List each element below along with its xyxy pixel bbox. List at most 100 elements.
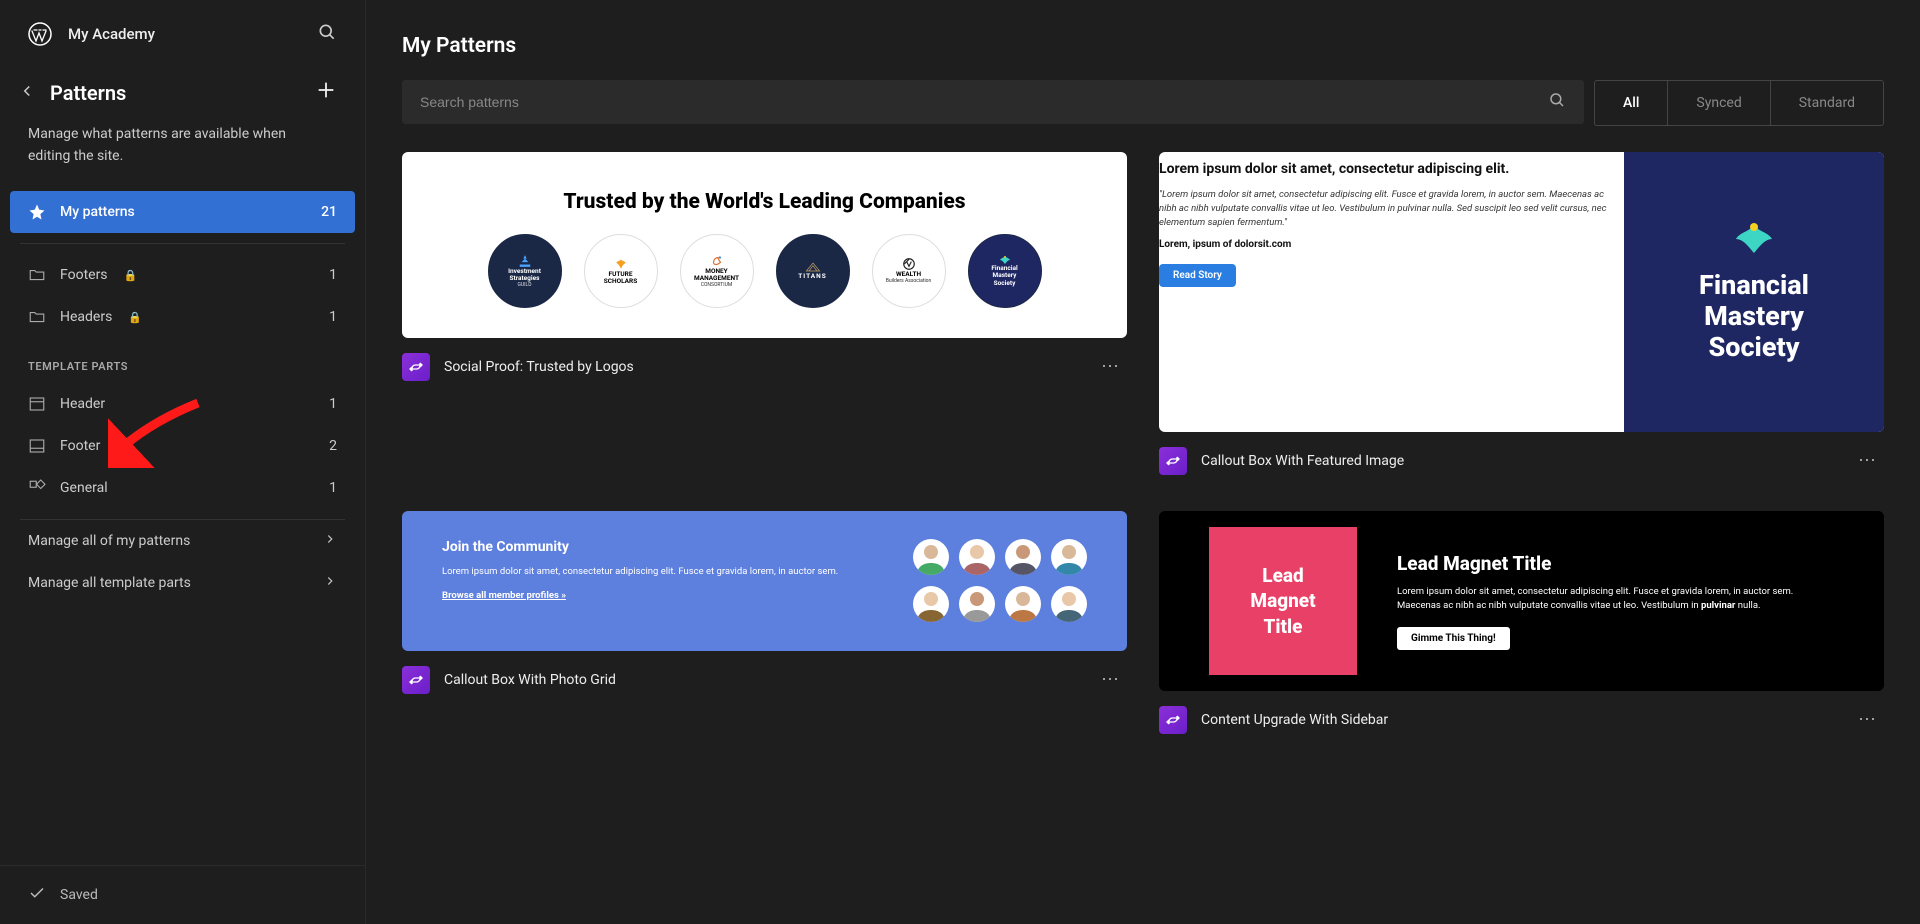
synced-pattern-icon: [402, 666, 430, 694]
pattern-preview[interactable]: Join the Community Lorem ipsum dolor sit…: [402, 511, 1127, 651]
pattern-title[interactable]: Callout Box With Featured Image: [1201, 453, 1404, 469]
search-patterns-box[interactable]: [402, 80, 1584, 124]
gimme-button: Gimme This Thing!: [1397, 627, 1510, 650]
filter-tab-synced[interactable]: Synced: [1668, 81, 1770, 125]
nav-item-label: General: [60, 480, 108, 496]
pattern-meta: Social Proof: Trusted by Logos ⋯: [402, 352, 1127, 381]
saved-label: Saved: [60, 887, 98, 903]
nav-item-count: 1: [329, 267, 337, 283]
nav-item-label: My patterns: [60, 204, 135, 220]
search-icon: [1548, 91, 1566, 113]
logo-financial-mastery: FinancialMasterySociety: [968, 234, 1042, 308]
add-pattern-button[interactable]: [315, 78, 337, 108]
toolbar: All Synced Standard: [402, 80, 1884, 126]
nav-item-general-part[interactable]: General 1: [10, 467, 355, 509]
preview-heading: Trusted by the World's Leading Companies: [428, 190, 1101, 214]
pattern-categories: My patterns 21 Footers 🔒 1 Headers 🔒: [0, 191, 365, 338]
sidebar-description: Manage what patterns are available when …: [0, 122, 365, 191]
star-icon: [28, 203, 46, 221]
pattern-actions-button[interactable]: ⋯: [1095, 665, 1127, 694]
chevron-right-icon: [323, 574, 337, 592]
preview-text: Join the Community Lorem ipsum dolor sit…: [442, 539, 883, 623]
pattern-title[interactable]: Social Proof: Trusted by Logos: [444, 359, 634, 375]
avatar: [1051, 539, 1087, 575]
header-layout-icon: [28, 395, 46, 413]
logo-row: InvestmentStrategiesGUILD FUTURESCHOLARS…: [428, 234, 1101, 308]
pattern-card: LeadMagnetTitle Lead Magnet Title Lorem …: [1159, 511, 1884, 734]
nav-item-headers[interactable]: Headers 🔒 1: [10, 296, 355, 338]
nav-item-footers[interactable]: Footers 🔒 1: [10, 254, 355, 296]
nav-item-footer-part[interactable]: Footer 2: [10, 425, 355, 467]
lead-magnet-box: LeadMagnetTitle: [1209, 527, 1357, 675]
back-button[interactable]: [18, 82, 36, 104]
preview-text: Lead Magnet Title Lorem ipsum dolor sit …: [1397, 552, 1834, 650]
manage-template-parts-label: Manage all template parts: [28, 575, 191, 591]
preview-brand-panel: Financial Mastery Society: [1624, 152, 1884, 432]
pattern-preview[interactable]: Lorem ipsum dolor sit amet, consectetur …: [1159, 152, 1884, 432]
synced-pattern-icon: [402, 353, 430, 381]
manage-my-patterns-link[interactable]: Manage all of my patterns: [0, 520, 365, 562]
nav-item-my-patterns[interactable]: My patterns 21: [10, 191, 355, 233]
manage-my-patterns-label: Manage all of my patterns: [28, 533, 190, 549]
brand-icon: [1734, 221, 1774, 260]
avatar-grid: [913, 539, 1087, 623]
pattern-actions-button[interactable]: ⋯: [1852, 446, 1884, 475]
nav-item-count: 1: [329, 396, 337, 412]
pattern-meta: Callout Box With Featured Image ⋯: [1159, 446, 1884, 475]
pattern-card: Lorem ipsum dolor sit amet, consectetur …: [1159, 152, 1884, 475]
avatar: [1005, 539, 1041, 575]
check-icon: [28, 884, 46, 906]
site-title-area[interactable]: My Academy: [28, 22, 155, 46]
folder-icon: [28, 266, 46, 284]
avatar: [959, 539, 995, 575]
page-title: My Patterns: [402, 34, 1884, 58]
filter-tab-all[interactable]: All: [1595, 81, 1668, 125]
template-parts-list: Header 1 Footer 2 General 1: [0, 383, 365, 520]
nav-item-count: 1: [329, 309, 337, 325]
chevron-right-icon: [323, 532, 337, 550]
wordpress-logo-icon: [28, 22, 52, 46]
avatar: [1051, 586, 1087, 622]
logo-future-scholars: FUTURESCHOLARS: [584, 234, 658, 308]
pattern-meta: Callout Box With Photo Grid ⋯: [402, 665, 1127, 694]
filter-tab-standard[interactable]: Standard: [1771, 81, 1883, 125]
pattern-preview[interactable]: LeadMagnetTitle Lead Magnet Title Lorem …: [1159, 511, 1884, 691]
read-story-button: Read Story: [1159, 264, 1236, 287]
nav-item-count: 2: [329, 438, 337, 454]
avatar: [1005, 586, 1041, 622]
pattern-preview[interactable]: Trusted by the World's Leading Companies…: [402, 152, 1127, 338]
filter-tabs: All Synced Standard: [1594, 80, 1884, 126]
general-layout-icon: [28, 479, 46, 497]
logo-money-management: MONEYMANAGEMENTCONSORTIUM: [680, 234, 754, 308]
preview-text: Lorem ipsum dolor sit amet, consectetur …: [1159, 152, 1624, 432]
patterns-grid: Trusted by the World's Leading Companies…: [402, 152, 1884, 734]
pattern-card: Join the Community Lorem ipsum dolor sit…: [402, 511, 1127, 734]
logo-investment-strategies: InvestmentStrategiesGUILD: [488, 234, 562, 308]
sidebar-top: My Academy: [0, 0, 365, 68]
footer-layout-icon: [28, 437, 46, 455]
synced-pattern-icon: [1159, 447, 1187, 475]
pattern-title[interactable]: Content Upgrade With Sidebar: [1201, 712, 1388, 728]
nav-item-count: 1: [329, 480, 337, 496]
site-title: My Academy: [68, 25, 155, 43]
avatar: [913, 586, 949, 622]
pattern-title[interactable]: Callout Box With Photo Grid: [444, 672, 616, 688]
sidebar-status: Saved: [0, 865, 365, 924]
logo-titans: TITANS: [776, 234, 850, 308]
lock-icon: 🔒: [124, 269, 138, 282]
logo-wealth: WEALTHBuilders Association: [872, 234, 946, 308]
command-palette-icon[interactable]: [317, 22, 337, 46]
nav-item-label: Headers: [60, 309, 112, 325]
pattern-actions-button[interactable]: ⋯: [1095, 352, 1127, 381]
pattern-meta: Content Upgrade With Sidebar ⋯: [1159, 705, 1884, 734]
folder-icon: [28, 308, 46, 326]
sidebar: My Academy Patterns Manage what patterns…: [0, 0, 366, 924]
pattern-actions-button[interactable]: ⋯: [1852, 705, 1884, 734]
nav-item-label: Footers: [60, 267, 108, 283]
sidebar-header: Patterns: [0, 68, 365, 122]
main-content: My Patterns All Synced Standard Trusted …: [366, 0, 1920, 924]
search-patterns-input[interactable]: [420, 94, 1548, 110]
manage-template-parts-link[interactable]: Manage all template parts: [0, 562, 365, 604]
browse-profiles-link: Browse all member profiles »: [442, 590, 566, 601]
nav-item-header-part[interactable]: Header 1: [10, 383, 355, 425]
